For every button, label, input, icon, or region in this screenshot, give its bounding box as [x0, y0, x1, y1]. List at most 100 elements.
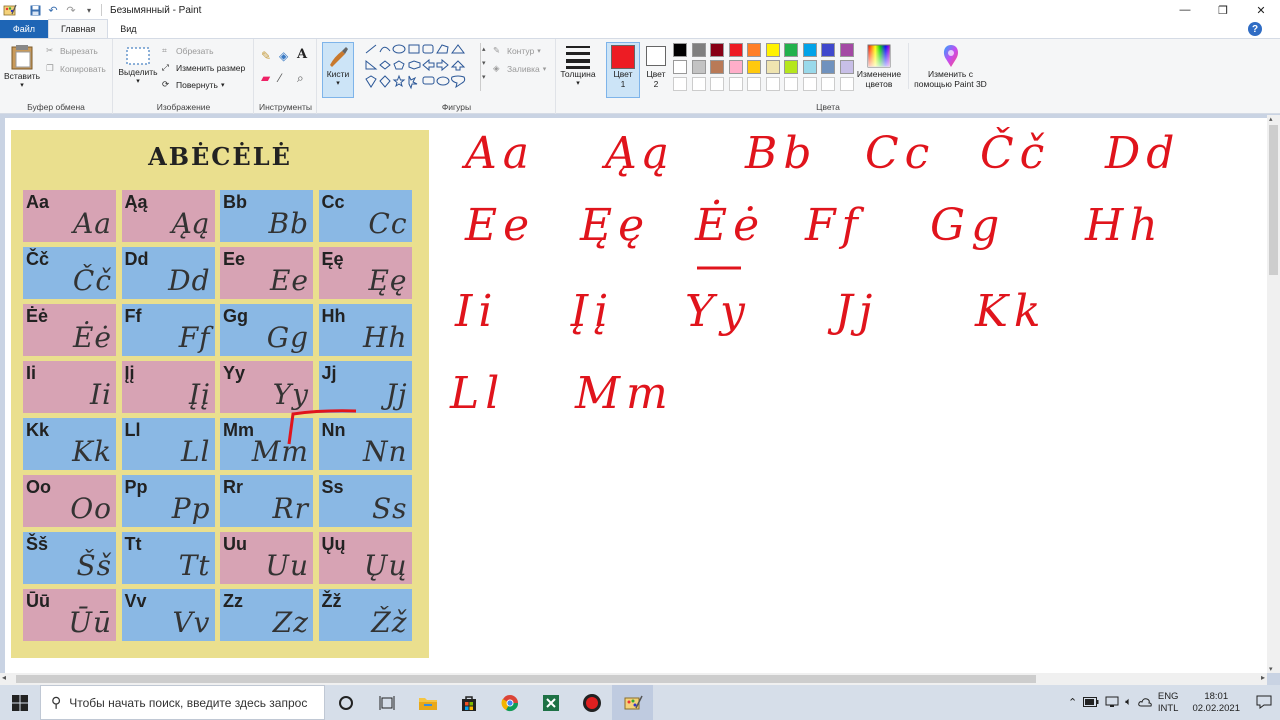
palette-empty-swatch[interactable] [710, 77, 724, 91]
language-indicator[interactable]: ENG INTL [1158, 691, 1179, 715]
crop-button[interactable]: ⌗ Обрезать [162, 45, 214, 56]
palette-empty-swatch[interactable] [691, 77, 706, 91]
palette-color-swatch[interactable] [673, 43, 687, 57]
palette-color-swatch[interactable] [710, 43, 724, 57]
color-picker-icon[interactable]: ⁄ [279, 71, 281, 85]
undo-icon[interactable]: ↶ [47, 4, 59, 17]
thickness-button[interactable]: Толщина ▾ [558, 43, 598, 89]
magnifier-icon[interactable]: ⌕ [297, 71, 304, 86]
paint-app-icon[interactable] [3, 3, 17, 17]
scroll-right-icon[interactable]: ▸ [1261, 673, 1265, 682]
paste-button[interactable]: Вставить ▾ [4, 43, 40, 91]
search-placeholder: Чтобы начать поиск, введите здесь запрос [69, 695, 308, 710]
shapes-scroll[interactable]: ▴ ▾ ▾ [480, 43, 486, 91]
maximize-button[interactable]: ❐ [1204, 0, 1242, 20]
shapes-gallery[interactable] [364, 43, 488, 93]
tab-file[interactable]: Файл [0, 20, 48, 38]
notifications-icon[interactable] [1256, 695, 1272, 711]
palette-color-swatch[interactable] [673, 60, 687, 74]
close-button[interactable]: ✕ [1242, 0, 1280, 20]
drawing-canvas[interactable]: ABĖCĖLĖ Aa Aa Ąą Ąą Bb Bb Cc Cc Čč Čč Dd Dd Ee Ee Ęę Ęę… [5, 118, 1267, 673]
volume-icon[interactable]: 🔈︎ [1125, 696, 1132, 709]
vertical-scrollbar[interactable]: ▴ ▾ [1267, 115, 1280, 673]
rotate-button[interactable]: ⟳ Повернуть ▾ [162, 79, 225, 90]
scroll-left-icon[interactable]: ◂ [2, 673, 6, 682]
palette-color-swatch[interactable] [747, 43, 761, 57]
alphabet-cell: Įį Įį [121, 361, 215, 413]
scroll-down-icon[interactable]: ▾ [1269, 665, 1273, 673]
palette-empty-swatch[interactable] [747, 77, 761, 91]
brushes-button[interactable]: Кисти ▾ [322, 42, 354, 98]
tab-view[interactable]: Вид [108, 20, 148, 38]
select-label: Выделить [118, 67, 158, 77]
palette-empty-swatch[interactable] [765, 77, 780, 91]
outline-button[interactable]: ✎ Контур ▾ [493, 45, 541, 56]
palette-empty-swatch[interactable] [802, 77, 817, 91]
palette-empty-swatch[interactable] [784, 77, 798, 91]
palette-color-swatch[interactable] [802, 60, 817, 74]
vertical-scroll-thumb[interactable] [1269, 125, 1278, 275]
scroll-up-icon[interactable]: ▴ [1269, 115, 1273, 123]
palette-color-swatch[interactable] [821, 60, 835, 74]
palette-color-swatch[interactable] [728, 60, 743, 74]
palette-empty-swatch[interactable] [728, 77, 743, 91]
store-button[interactable] [448, 685, 489, 720]
help-icon[interactable]: ? [1248, 22, 1262, 36]
tab-home[interactable]: Главная [48, 19, 109, 38]
excel-button[interactable] [530, 685, 571, 720]
customize-qa-icon[interactable]: ▾ [83, 4, 95, 16]
palette-color-swatch[interactable] [784, 60, 798, 74]
palette-color-swatch[interactable] [747, 60, 761, 74]
palette-empty-swatch[interactable] [673, 77, 687, 91]
clock[interactable]: 18:01 02.02.2021 [1192, 691, 1240, 715]
save-icon[interactable] [29, 4, 41, 16]
palette-color-swatch[interactable] [710, 60, 724, 74]
paint-taskbar-button[interactable] [612, 685, 653, 720]
fill-bucket-icon[interactable]: ◈ [279, 49, 288, 63]
resize-button[interactable]: ⤢ Изменить размер [162, 62, 245, 73]
tray-overflow-icon[interactable]: ⌃ [1068, 696, 1077, 709]
palette-color-swatch[interactable] [784, 43, 798, 57]
palette-color-swatch[interactable] [728, 43, 743, 57]
cortana-button[interactable] [325, 685, 366, 720]
start-button[interactable] [0, 685, 40, 720]
alphabet-cell: Ęę Ęę [318, 247, 412, 299]
palette-color-swatch[interactable] [765, 43, 780, 57]
pencil-icon[interactable]: ✎ [261, 49, 271, 63]
palette-empty-swatch[interactable] [839, 77, 854, 91]
palette-empty-swatch[interactable] [821, 77, 835, 91]
file-explorer-button[interactable] [407, 685, 448, 720]
palette-color-swatch[interactable] [691, 43, 706, 57]
palette-color-swatch[interactable] [691, 60, 706, 74]
printed-letters: Uu [223, 534, 247, 554]
battery-icon[interactable] [1083, 696, 1099, 709]
cut-button[interactable]: ✂ Вырезать [46, 45, 98, 56]
text-tool-icon[interactable]: A [297, 47, 307, 62]
handwritten-letter-pair: Ii [455, 286, 499, 337]
copy-button[interactable]: ❐ Копировать [46, 63, 106, 74]
chrome-button[interactable] [489, 685, 530, 720]
fill-button[interactable]: ◈ Заливка ▾ [493, 63, 546, 74]
color1-button[interactable]: Цвет 1 [606, 42, 640, 98]
recorder-button[interactable] [571, 685, 612, 720]
horizontal-scrollbar[interactable]: ◂ ▸ [0, 673, 1267, 685]
taskbar-search[interactable]: ⚲ Чтобы начать поиск, введите здесь запр… [40, 685, 325, 720]
network-icon[interactable] [1105, 696, 1119, 710]
edit-colors-button[interactable]: Изменение цветов [856, 43, 902, 89]
color2-button[interactable]: Цвет 2 [642, 44, 670, 89]
onedrive-icon[interactable] [1138, 697, 1152, 709]
horizontal-scroll-thumb[interactable] [16, 675, 1036, 683]
script-letters: Įį [188, 378, 211, 411]
minimize-button[interactable]: — [1166, 0, 1204, 20]
select-button[interactable]: Выделить ▾ [118, 45, 158, 87]
paint3d-button[interactable]: Изменить с помощью Paint 3D [908, 43, 992, 89]
palette-color-swatch[interactable] [839, 43, 854, 57]
eraser-icon[interactable]: ▰ [261, 71, 270, 85]
palette-color-swatch[interactable] [765, 60, 780, 74]
palette-color-swatch[interactable] [839, 60, 854, 74]
task-view-button[interactable] [366, 685, 407, 720]
redo-icon[interactable]: ↷ [65, 4, 77, 17]
ribbon: Вставить ▾ ✂ Вырезать ❐ Копировать Буфер… [0, 38, 1280, 114]
palette-color-swatch[interactable] [802, 43, 817, 57]
palette-color-swatch[interactable] [821, 43, 835, 57]
